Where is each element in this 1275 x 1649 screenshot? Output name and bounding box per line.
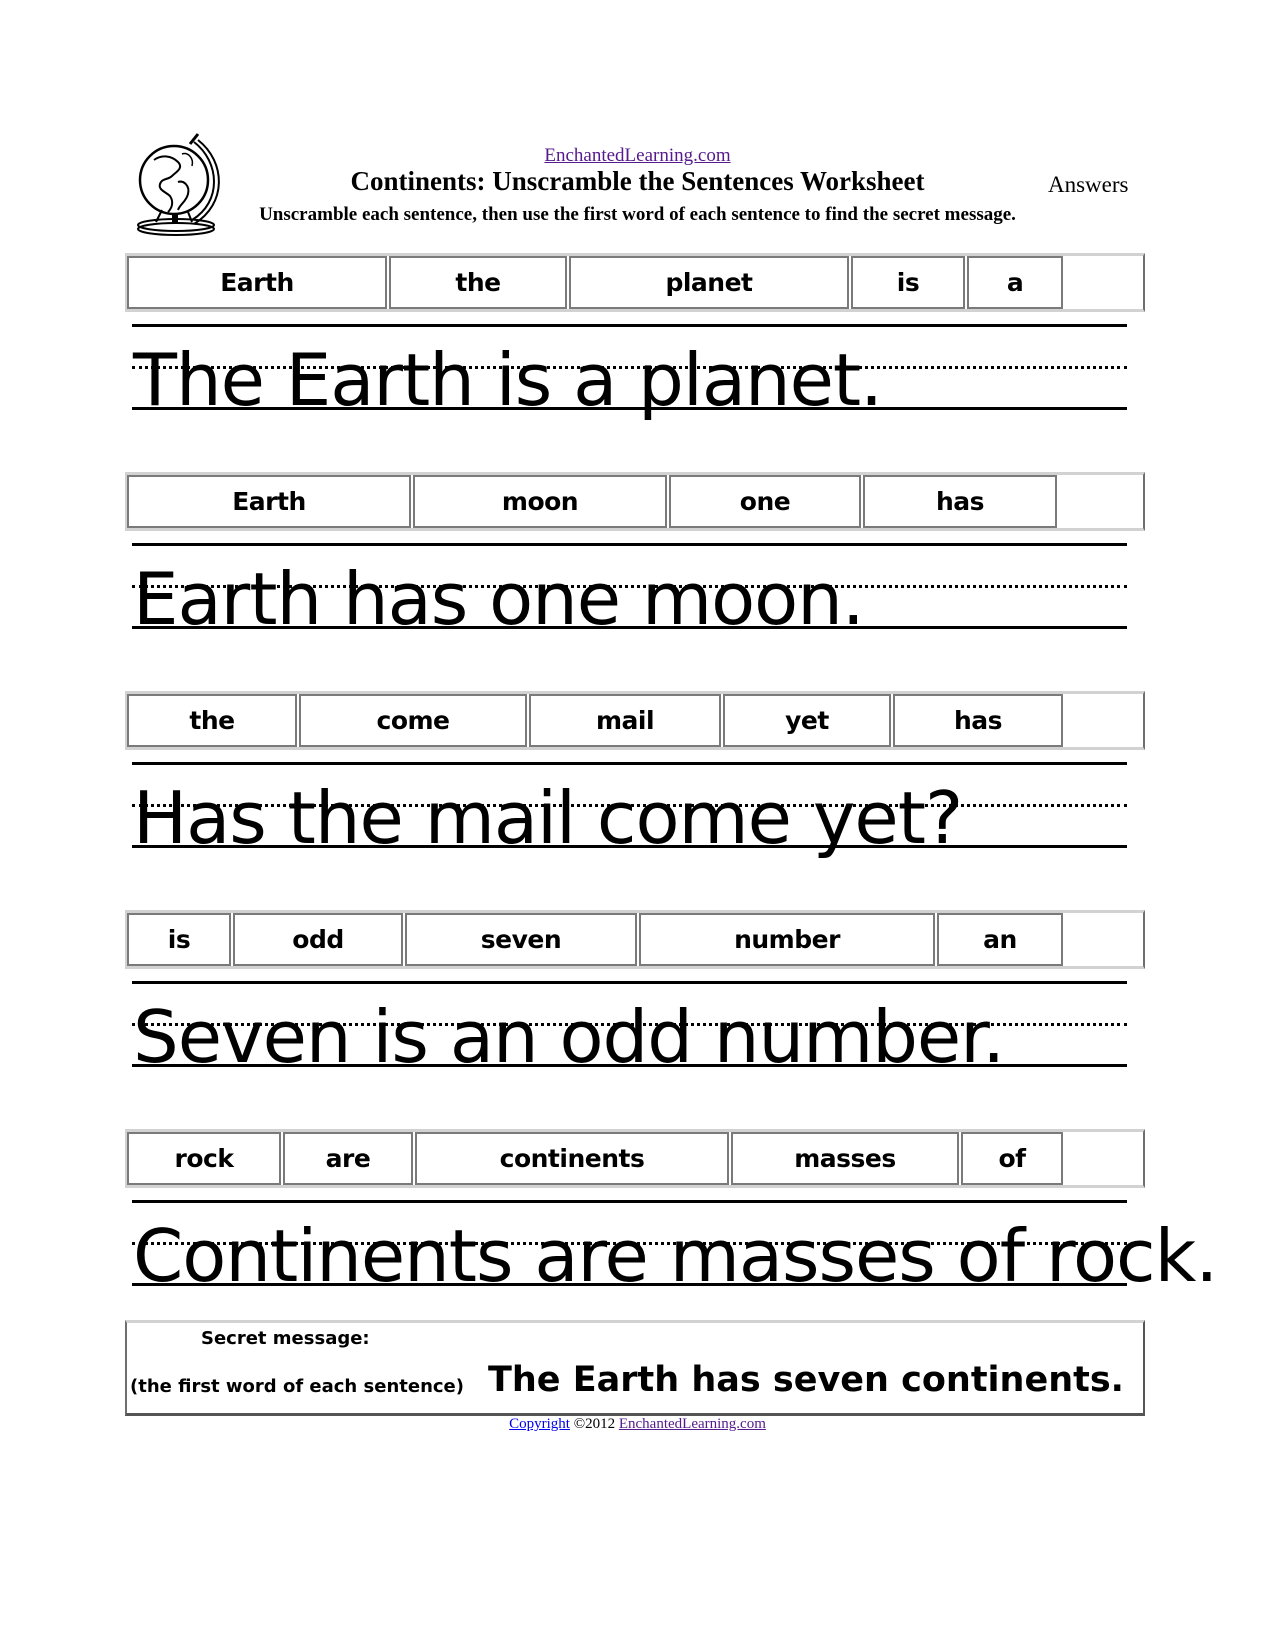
scrambled-words-table: rock are continents masses of: [125, 1129, 1145, 1188]
scrambled-word-cell: yet: [723, 694, 891, 747]
scrambled-word-cell: mail: [529, 694, 721, 747]
secret-message-answer: The Earth has seven continents.: [488, 1360, 1124, 1400]
scrambled-word-cell: come: [299, 694, 527, 747]
scrambled-word-cell: are: [283, 1132, 413, 1185]
writing-line-top: [132, 981, 1127, 984]
writing-line-dotted: [132, 1242, 1127, 1245]
writing-line-top: [132, 762, 1127, 765]
scrambled-word-cell: Earth: [127, 256, 387, 309]
answers-label: Answers: [1048, 172, 1129, 197]
writing-line-top: [132, 543, 1127, 546]
scrambled-word-cell: planet: [569, 256, 849, 309]
scrambled-word-cell: rock: [127, 1132, 281, 1185]
writing-line-base: [132, 845, 1127, 848]
writing-line-dotted: [132, 585, 1127, 588]
scrambled-word-cell: an: [937, 913, 1063, 966]
secret-message-hint: (the first word of each sentence): [130, 1376, 464, 1397]
writing-line-base: [132, 1283, 1127, 1286]
scrambled-word-cell: seven: [405, 913, 637, 966]
scrambled-word-cell: one: [669, 475, 861, 528]
writing-line-base: [132, 407, 1127, 410]
scrambled-words-table: Earth moon one has: [125, 472, 1145, 531]
answer-sentence: Continents are masses of rock.: [133, 1214, 1218, 1298]
writing-line-top: [132, 324, 1127, 327]
copyright-link[interactable]: Copyright: [509, 1416, 570, 1432]
scrambled-words-table: Earth the planet is a: [125, 253, 1145, 312]
scrambled-word-cell: moon: [413, 475, 667, 528]
answer-sentence: Has the mail come yet?: [133, 776, 963, 860]
writing-line-base: [132, 626, 1127, 629]
scrambled-words-table: the come mail yet has: [125, 691, 1145, 750]
answer-sentence: The Earth is a planet.: [133, 338, 883, 422]
scrambled-word-cell: has: [863, 475, 1057, 528]
answer-sentence: Earth has one moon.: [133, 557, 865, 641]
scrambled-word-cell: of: [961, 1132, 1063, 1185]
scrambled-words-table: is odd seven number an: [125, 910, 1145, 969]
footer: Copyright ©2012 EnchantedLearning.com: [0, 1416, 1275, 1433]
scrambled-word-cell: Earth: [127, 475, 411, 528]
scrambled-word-cell: masses: [731, 1132, 959, 1185]
copyright-year: ©2012: [573, 1416, 616, 1432]
secret-message-label: Secret message:: [201, 1328, 370, 1349]
scrambled-word-cell: a: [967, 256, 1063, 309]
scrambled-word-cell: continents: [415, 1132, 729, 1185]
site-link[interactable]: EnchantedLearning.com: [544, 145, 730, 166]
scrambled-word-cell: odd: [233, 913, 403, 966]
writing-line-top: [132, 1200, 1127, 1203]
writing-line-base: [132, 1064, 1127, 1067]
scrambled-word-cell: the: [389, 256, 567, 309]
writing-line-dotted: [132, 1023, 1127, 1026]
writing-line-dotted: [132, 804, 1127, 807]
scrambled-word-cell: number: [639, 913, 935, 966]
writing-line-dotted: [132, 366, 1127, 369]
scrambled-word-cell: is: [127, 913, 231, 966]
answer-sentence: Seven is an odd number.: [133, 995, 1005, 1079]
footer-site-link[interactable]: EnchantedLearning.com: [619, 1416, 766, 1432]
instructions: Unscramble each sentence, then use the f…: [259, 204, 1016, 225]
scrambled-word-cell: is: [851, 256, 965, 309]
site-link-container: EnchantedLearning.com: [0, 145, 1275, 167]
scrambled-word-cell: the: [127, 694, 297, 747]
scrambled-word-cell: has: [893, 694, 1063, 747]
